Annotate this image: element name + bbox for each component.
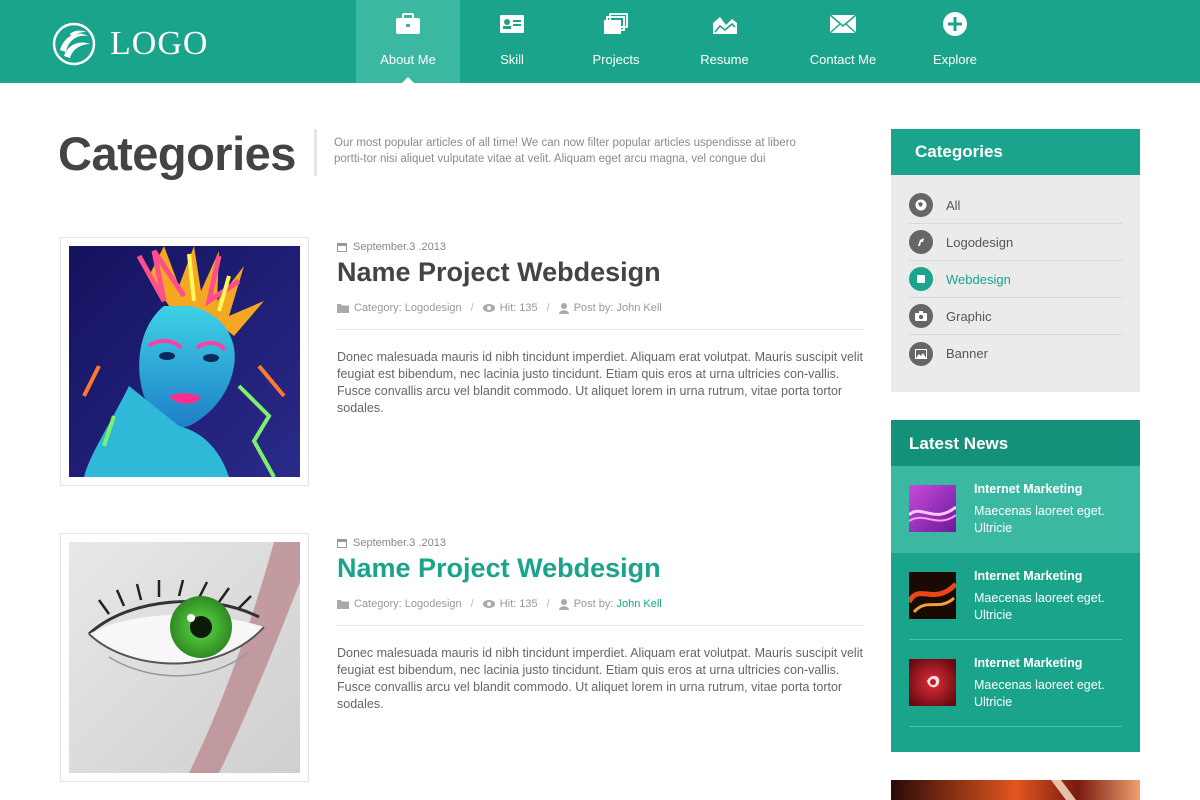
- article-title[interactable]: Name Project Webdesign: [337, 257, 661, 288]
- article-category[interactable]: Category: Logodesign: [337, 302, 462, 314]
- folder-icon: [337, 600, 349, 609]
- category-label: All: [946, 197, 961, 213]
- news-thumbnail: [909, 572, 956, 619]
- author-link[interactable]: John Kell: [617, 302, 662, 314]
- square-icon: [909, 267, 933, 291]
- chart-icon: [711, 10, 739, 38]
- nav-label: Explore: [932, 52, 978, 67]
- id-card-icon: [498, 10, 526, 38]
- meta-separator: /: [546, 598, 550, 610]
- nav-item-contact-me[interactable]: Contact Me: [781, 0, 905, 83]
- category-item-all[interactable]: All: [909, 187, 1122, 224]
- article-hits: Hit: 135: [482, 302, 538, 314]
- meta-separator: /: [546, 302, 550, 314]
- logo-icon: [52, 22, 96, 66]
- calendar-icon: [337, 539, 347, 548]
- news-title: Internet Marketing: [974, 569, 1083, 583]
- article-author: Post by: John Kell: [558, 598, 662, 610]
- article-meta: Category: Logodesign / Hit: 135 / Post b…: [337, 302, 662, 314]
- nav-label: Contact Me: [809, 52, 877, 67]
- main-nav: About Me Skill Projects Resume Contact M…: [356, 0, 1005, 83]
- article-category[interactable]: Category: Logodesign: [337, 598, 462, 610]
- nav-item-resume[interactable]: Resume: [668, 0, 781, 83]
- article-date: September.3 .2013: [337, 537, 446, 549]
- nav-label: Resume: [700, 52, 749, 67]
- globe-icon: [909, 193, 933, 217]
- article-date-text: September.3 .2013: [353, 537, 446, 549]
- eye-icon: [482, 600, 495, 608]
- news-title: Internet Marketing: [974, 482, 1083, 496]
- article-excerpt: Donec malesuada mauris id nibh tincidunt…: [337, 350, 863, 415]
- pen-icon: [909, 230, 933, 254]
- article-thumbnail-frame[interactable]: [60, 237, 309, 486]
- news-item[interactable]: Internet Marketing Maecenas laoreet eget…: [909, 553, 1122, 640]
- categories-widget: Categories All Logodesign Webdesign Grap…: [891, 129, 1140, 392]
- divider: [337, 625, 863, 626]
- latest-news-title: Latest News: [891, 420, 1140, 466]
- divider: [314, 129, 317, 176]
- calendar-icon: [337, 243, 347, 252]
- nav-item-explore[interactable]: Explore: [905, 0, 1005, 83]
- nav-item-projects[interactable]: Projects: [564, 0, 668, 83]
- news-item[interactable]: Internet Marketing Maecenas laoreet eget…: [909, 640, 1122, 727]
- site-header: LOGO About Me Skill Projects Resume Cont…: [0, 0, 1200, 83]
- page-title: Categories: [58, 127, 296, 180]
- article-thumbnail-frame[interactable]: [60, 533, 309, 782]
- category-label: Graphic: [946, 308, 992, 324]
- article-image: [69, 542, 300, 773]
- news-title: Internet Marketing: [974, 656, 1083, 670]
- user-icon: [558, 302, 569, 314]
- article-date: September.3 .2013: [337, 241, 446, 253]
- folder-icon: [337, 304, 349, 313]
- article-date-text: September.3 .2013: [353, 241, 446, 253]
- nav-item-skill[interactable]: Skill: [460, 0, 564, 83]
- briefcase-icon: [394, 10, 422, 38]
- categories-list: All Logodesign Webdesign Graphic Banner: [891, 175, 1140, 372]
- image-icon: [909, 341, 933, 366]
- categories-widget-title: Categories: [891, 129, 1140, 175]
- news-excerpt: Maecenas laoreet eget. Ultricie: [974, 504, 1105, 535]
- category-item-banner[interactable]: Banner: [909, 335, 1122, 372]
- category-label: Banner: [946, 346, 988, 361]
- news-excerpt: Maecenas laoreet eget. Ultricie: [974, 591, 1105, 622]
- nav-label: Skill: [500, 52, 524, 67]
- category-label: Webdesign: [946, 271, 1011, 287]
- banner-image: [891, 780, 1140, 800]
- meta-separator: /: [470, 302, 474, 314]
- article-hits: Hit: 135: [482, 598, 538, 610]
- divider: [337, 329, 863, 330]
- plus-circle-icon: [941, 10, 969, 38]
- latest-news-widget: Latest News Internet Marketing Maecenas …: [891, 420, 1140, 752]
- news-item[interactable]: Internet Marketing Maecenas laoreet eget…: [891, 466, 1140, 553]
- category-item-logodesign[interactable]: Logodesign: [909, 224, 1122, 261]
- nav-label: Projects: [592, 52, 640, 67]
- article-meta: Category: Logodesign / Hit: 135 / Post b…: [337, 598, 662, 610]
- camera-icon: [909, 304, 933, 328]
- author-link[interactable]: John Kell: [617, 598, 662, 610]
- article-excerpt: Donec malesuada mauris id nibh tincidunt…: [337, 646, 863, 711]
- logo-text: LOGO: [110, 25, 209, 62]
- news-excerpt: Maecenas laoreet eget. Ultricie: [974, 678, 1105, 709]
- news-thumbnail: [909, 659, 956, 706]
- article-author: Post by: John Kell: [558, 302, 662, 314]
- article-title[interactable]: Name Project Webdesign: [337, 553, 661, 584]
- page-intro: Our most popular articles of all time! W…: [334, 137, 796, 165]
- article-image: [69, 246, 300, 478]
- eye-icon: [482, 304, 495, 312]
- envelope-icon: [829, 10, 857, 38]
- nav-label: About Me: [380, 52, 436, 67]
- category-label: Logodesign: [946, 234, 1014, 250]
- category-item-webdesign[interactable]: Webdesign: [909, 261, 1122, 298]
- nav-item-about-me[interactable]: About Me: [356, 0, 460, 83]
- stacked-pages-icon: [602, 10, 630, 38]
- news-thumbnail: [909, 485, 956, 532]
- user-icon: [558, 598, 569, 610]
- category-item-graphic[interactable]: Graphic: [909, 298, 1122, 335]
- logo[interactable]: LOGO: [52, 22, 208, 66]
- meta-separator: /: [470, 598, 474, 610]
